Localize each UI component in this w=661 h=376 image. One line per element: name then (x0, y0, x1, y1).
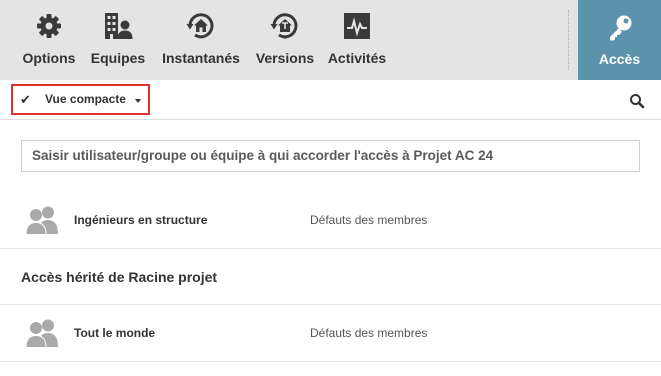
group-avatar-icon (26, 206, 58, 235)
instantanes-label: Instantanés (162, 50, 240, 66)
compact-view-label: Vue compacte (45, 92, 126, 106)
group-avatar-icon (26, 319, 58, 348)
acces-button[interactable]: Accès (578, 0, 661, 80)
equipes-button[interactable]: Equipes (88, 0, 148, 80)
options-label: Options (22, 50, 76, 66)
toolbar-separator (568, 10, 569, 70)
member-row[interactable]: Ingénieurs en structure Défauts des memb… (0, 192, 661, 249)
top-toolbar: Options Equipes Instantanés Versions Act… (0, 0, 661, 80)
member-row[interactable]: Tout le monde Défauts des membres (0, 305, 661, 362)
compact-view-dropdown[interactable]: ✔ Vue compacte (11, 84, 150, 115)
inherited-heading-text: Accès hérité de Racine projet (21, 269, 218, 285)
activites-button[interactable]: Activités (324, 0, 390, 80)
acces-label: Accès (598, 51, 641, 67)
versions-button[interactable]: Versions (252, 0, 318, 80)
versions-house-icon (270, 13, 298, 40)
chevron-down-icon (135, 99, 141, 103)
search-icon[interactable] (628, 92, 646, 110)
check-icon: ✔ (20, 92, 31, 107)
gear-icon (37, 14, 61, 38)
member-name[interactable]: Ingénieurs en structure (74, 213, 207, 227)
equipes-label: Equipes (90, 50, 146, 66)
inherited-access-heading: Accès hérité de Racine projet (0, 249, 661, 305)
instantanes-button[interactable]: Instantanés (156, 0, 246, 80)
snapshot-house-icon (186, 13, 214, 39)
grant-access-input[interactable]: Saisir utilisateur/groupe ou équipe à qu… (21, 140, 640, 172)
versions-label: Versions (255, 50, 315, 66)
key-icon (609, 15, 631, 41)
activity-chart-icon (344, 13, 370, 39)
team-building-icon (105, 13, 133, 39)
member-name[interactable]: Tout le monde (74, 326, 155, 340)
member-role: Défauts des membres (310, 326, 428, 340)
view-bar: ✔ Vue compacte (0, 80, 661, 120)
activites-label: Activités (327, 50, 387, 66)
options-button[interactable]: Options (16, 0, 82, 80)
member-role: Défauts des membres (310, 213, 428, 227)
